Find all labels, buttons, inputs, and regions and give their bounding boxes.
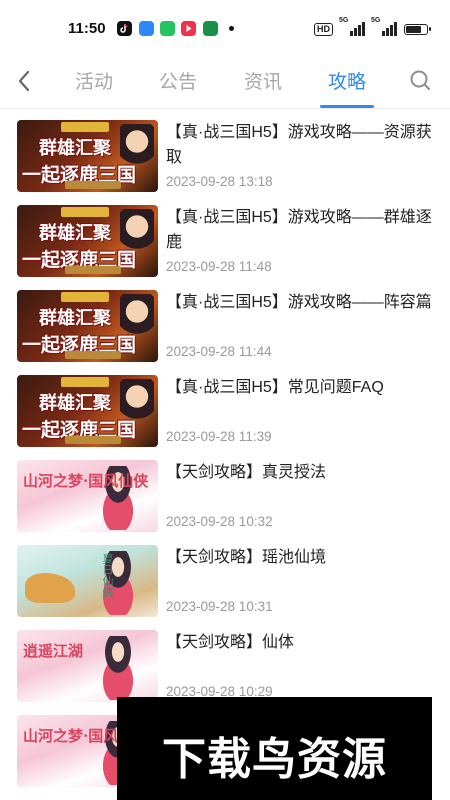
status-time: 11:50	[68, 20, 106, 37]
article-date: 2023-09-28 10:32	[166, 514, 273, 529]
article-date: 2023-09-28 13:18	[166, 174, 273, 189]
article-item[interactable]: 夏日仙侠 【天剑攻略】瑶池仙境 2023-09-28 10:31	[0, 535, 450, 620]
hd-icon: HD	[314, 22, 333, 36]
game-logo	[61, 122, 109, 132]
watermark-text: 下载鸟资源	[162, 734, 387, 785]
article-title: 【真·战三国H5】游戏攻略——阵容篇	[166, 294, 432, 311]
article-thumbnail: 群雄汇聚 一起逐鹿三国	[17, 290, 158, 362]
back-button[interactable]	[10, 66, 40, 96]
character-art	[88, 551, 148, 615]
tab-guide[interactable]: 攻略	[317, 67, 377, 94]
article-item[interactable]: 群雄汇聚 一起逐鹿三国 【真·战三国H5】游戏攻略——资源获取 2023-09-28 …	[0, 110, 450, 195]
watermark-overlay: 下载鸟资源	[117, 697, 432, 800]
game-logo	[61, 377, 109, 387]
article-thumbnail: 逍遥江湖	[17, 630, 158, 702]
more-notifications-dot	[229, 26, 234, 31]
article-item[interactable]: 群雄汇聚 一起逐鹿三国 【真·战三国H5】游戏攻略——阵容篇 2023-09-28 1…	[0, 280, 450, 365]
article-thumbnail: 群雄汇聚 一起逐鹿三国	[17, 120, 158, 192]
article-item[interactable]: 山河之梦·国风仙侠 【天剑攻略】真灵授法 2023-09-28 10:32	[0, 450, 450, 535]
message-icon	[160, 21, 175, 36]
article-title: 【真·战三国H5】游戏攻略——资源获取	[166, 124, 432, 166]
thumbnail-text: 逍遥江湖	[23, 642, 84, 660]
thumbnail-text: 群雄汇聚	[39, 223, 111, 244]
thumbnail-caption	[65, 436, 121, 444]
article-item[interactable]: 群雄汇聚 一起逐鹿三国 【真·战三国H5】游戏攻略——群雄逐鹿 2023-09-28 …	[0, 195, 450, 280]
search-icon	[410, 70, 430, 90]
video-icon	[181, 21, 196, 36]
article-title: 【天剑攻略】瑶池仙境	[166, 549, 327, 566]
article-date: 2023-09-28 11:44	[166, 344, 272, 359]
back-arrow-icon	[18, 70, 30, 92]
tab-news[interactable]: 资讯	[233, 67, 293, 94]
thumbnail-text: 夏日仙侠	[101, 553, 114, 597]
thumbnail-text: 群雄汇聚	[39, 138, 111, 159]
character-art	[88, 636, 148, 700]
blue-app-icon	[139, 21, 154, 36]
article-title: 【天剑攻略】真灵授法	[166, 464, 327, 481]
article-title: 【真·战三国H5】常见问题FAQ	[166, 379, 384, 396]
status-bar: 11:50 HD 5G 5G	[0, 0, 450, 58]
article-date: 2023-09-28 11:39	[166, 429, 272, 444]
signal-icon-2: 5G	[371, 17, 397, 36]
article-title: 【天剑攻略】仙体	[166, 634, 295, 651]
thumbnail-text: 群雄汇聚	[39, 393, 111, 414]
game-logo	[61, 207, 109, 217]
tab-bar: 活动 公告 资讯 攻略	[0, 58, 450, 109]
search-button[interactable]	[406, 66, 436, 96]
article-thumbnail: 群雄汇聚 一起逐鹿三国	[17, 205, 158, 277]
article-item[interactable]: 群雄汇聚 一起逐鹿三国 【真·战三国H5】常见问题FAQ 2023-09-28 11:…	[0, 365, 450, 450]
thumbnail-caption	[65, 181, 121, 189]
thumbnail-caption	[65, 266, 121, 274]
tab-activity[interactable]: 活动	[64, 67, 124, 94]
signal-icon: 5G	[339, 17, 365, 36]
thumbnail-text: 群雄汇聚	[39, 308, 111, 329]
tab-announcement[interactable]: 公告	[148, 67, 208, 94]
thumbnail-text: 山河之梦·国风仙侠	[23, 472, 149, 490]
article-date: 2023-09-28 11:48	[166, 259, 272, 274]
article-date: 2023-09-28 10:31	[166, 599, 273, 614]
article-thumbnail: 夏日仙侠	[17, 545, 158, 617]
active-tab-indicator	[320, 105, 374, 108]
article-title: 【真·战三国H5】游戏攻略——群雄逐鹿	[166, 209, 432, 251]
tiger-art	[25, 573, 75, 603]
game-logo	[61, 292, 109, 302]
tiktok-icon	[117, 21, 132, 36]
article-item[interactable]: 逍遥江湖 【天剑攻略】仙体 2023-09-28 10:29	[0, 620, 450, 705]
thumbnail-caption	[65, 351, 121, 359]
oppo-icon	[203, 21, 218, 36]
article-thumbnail: 山河之梦·国风仙侠	[17, 460, 158, 532]
battery-icon	[404, 23, 431, 35]
article-thumbnail: 群雄汇聚 一起逐鹿三国	[17, 375, 158, 447]
